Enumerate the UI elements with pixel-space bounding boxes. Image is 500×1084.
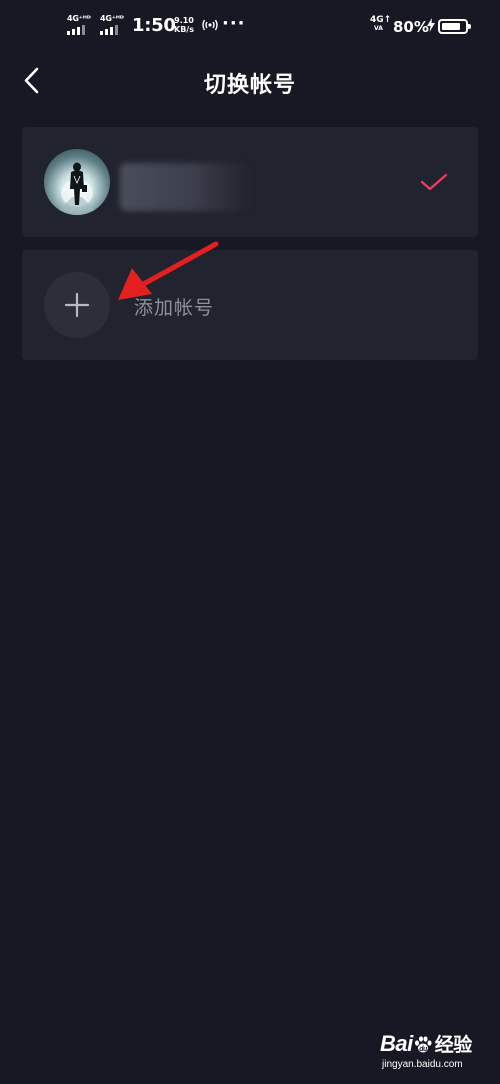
paw-icon: du	[414, 1036, 432, 1053]
page-title: 切换帐号	[203, 73, 296, 98]
network-type-label: 4G⁺ᴴᴰ	[67, 14, 91, 23]
account-item[interactable]	[22, 127, 478, 237]
network-speed-unit: KB/s	[174, 25, 194, 34]
status-bar: 4G⁺ᴴᴰ 4G⁺ᴴᴰ 1:50 9.10 KB/s ··· 4G↑ VA 80…	[0, 0, 500, 56]
signal-bars-icon	[67, 25, 87, 35]
baidu-jingyan-watermark: Bai du 经验 jingyan.baidu.com	[380, 1030, 490, 1076]
mobile-data-label: 4G↑	[370, 15, 392, 25]
paw-du-text: du	[419, 1046, 428, 1053]
battery-icon	[438, 19, 471, 34]
avatar	[44, 149, 110, 215]
add-account-button[interactable]: 添加帐号	[22, 250, 478, 360]
network-speed: 9.10 KB/s	[173, 16, 195, 34]
signal-indicator-sim2: 4G⁺ᴴᴰ	[100, 14, 130, 38]
network-type-label: 4G⁺ᴴᴰ	[100, 14, 124, 23]
watermark-url: jingyan.baidu.com	[382, 1059, 463, 1070]
watermark-brand: Bai	[380, 1031, 413, 1056]
watermark-logo: Bai du 经验	[380, 1030, 472, 1057]
more-notifications-icon: ···	[222, 13, 246, 34]
network-speed-value: 9.10	[174, 16, 194, 25]
add-account-label: 添加帐号	[134, 297, 215, 319]
signal-indicator-sim1: 4G⁺ᴴᴰ	[67, 14, 97, 38]
avatar-image	[54, 162, 100, 215]
battery-fill	[442, 23, 460, 30]
header: 切换帐号	[0, 56, 500, 108]
add-account-circle	[44, 272, 110, 338]
hotspot-icon	[202, 19, 218, 31]
status-time: 1:50	[132, 15, 176, 36]
account-name	[120, 163, 250, 211]
watermark-brand-cn: 经验	[434, 1035, 473, 1056]
charging-bolt-icon	[427, 18, 435, 32]
mobile-data-sub-label: VA	[374, 25, 383, 32]
battery-percent: 80%	[393, 18, 429, 36]
signal-bars-icon	[100, 25, 120, 35]
plus-icon	[64, 292, 90, 318]
check-icon	[420, 173, 448, 191]
mobile-data-indicator: 4G↑ VA	[370, 15, 392, 33]
